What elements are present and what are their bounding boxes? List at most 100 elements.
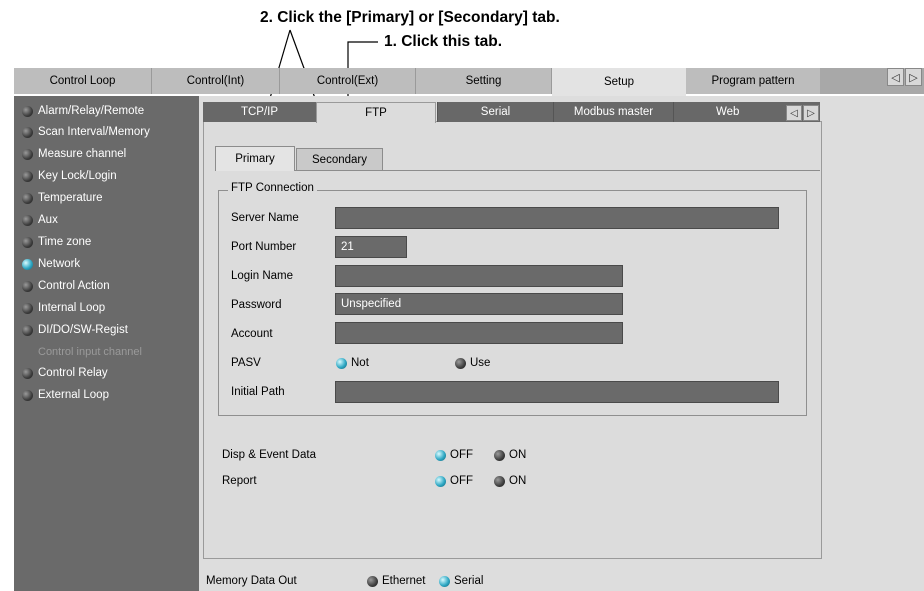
tab-label: Modbus master [573,106,654,118]
tab-setup[interactable]: Setup [552,68,686,96]
sidebar-item-label: Internal Loop [38,302,106,314]
sidebar-item-label: Measure channel [38,148,127,160]
tab-secondary[interactable]: Secondary [296,148,383,171]
callout-click-primary-secondary: 2. Click the [Primary] or [Secondary] ta… [260,9,560,26]
radio-selected-icon [439,575,450,587]
tab-modbus-master[interactable]: Modbus master [553,102,673,122]
tab-scroll-right-icon[interactable]: ▷ [905,68,922,86]
tab-label: Control(Int) [186,75,245,87]
sidebar-item-control-action[interactable]: Control Action [22,276,110,296]
login-name-label: Login Name [231,270,294,282]
subtab-divider [215,170,820,171]
tab-control-loop[interactable]: Control Loop [14,68,152,94]
tab-scroll-left-icon[interactable]: ◁ [887,68,904,86]
sidebar-item-alarm-relay-remote[interactable]: Alarm/Relay/Remote [22,101,144,121]
radio-label: ON [509,475,527,487]
sidebar-item-control-relay[interactable]: Control Relay [22,363,108,383]
sidebar-item-di-do-sw-regist[interactable]: DI/DO/SW-Regist [22,320,128,340]
tab-setting[interactable]: Setting [416,68,552,94]
memory-out-ethernet-radio[interactable]: Ethernet [367,571,425,591]
status-led-icon [22,324,33,336]
network-tab-scroll-right-icon[interactable]: ▷ [803,105,819,121]
disp-event-data-label: Disp & Event Data [222,449,316,461]
status-led-icon [22,126,33,138]
radio-label: OFF [450,475,473,487]
sidebar-item-control-input-channel: Control input channel [38,342,142,362]
tab-control-ext[interactable]: Control(Ext) [280,68,416,94]
port-number-field[interactable]: 21 [335,236,407,258]
sidebar-item-internal-loop[interactable]: Internal Loop [22,298,105,318]
sidebar-item-network[interactable]: Network [22,254,80,274]
tab-control-int[interactable]: Control(Int) [152,68,280,94]
sidebar-item-time-zone[interactable]: Time zone [22,232,91,252]
sidebar-item-temperature[interactable]: Temperature [22,188,103,208]
radio-selected-icon [336,357,347,369]
tab-label: Program pattern [711,75,795,87]
status-led-icon [22,214,33,226]
radio-label: OFF [450,449,473,461]
status-led-icon [22,280,33,292]
callout-click-ftp: 1. Click this tab. [384,33,503,50]
ftp-connection-label: FTP Connection [228,182,317,194]
sidebar-item-scan-interval-memory[interactable]: Scan Interval/Memory [22,122,150,142]
sidebar-item-label: Temperature [38,192,103,204]
tab-tcp-ip[interactable]: TCP/IP [203,102,316,122]
tab-label: Primary [235,153,275,165]
subtab-active-gap [216,170,294,171]
tab-label: FTP [365,107,387,119]
status-led-icon [22,170,33,182]
tab-program-pattern[interactable]: Program pattern [686,68,820,94]
pasv-not-radio[interactable]: Not [336,353,369,373]
server-name-label: Server Name [231,212,299,224]
radio-unselected-icon [494,475,505,487]
sidebar-item-label: DI/DO/SW-Regist [38,324,128,336]
radio-label: Not [351,357,369,369]
radio-unselected-icon [455,357,466,369]
report-off-radio[interactable]: OFF [435,471,473,491]
account-field[interactable] [335,322,623,344]
login-name-field[interactable] [335,265,623,287]
sidebar-item-label: Key Lock/Login [38,170,117,182]
status-led-icon [22,367,33,379]
sidebar-item-label: Time zone [38,236,92,248]
sidebar-item-aux[interactable]: Aux [22,210,58,230]
sidebar-item-label: Aux [38,214,58,226]
memory-out-serial-radio[interactable]: Serial [439,571,483,591]
sidebar-item-external-loop[interactable]: External Loop [22,385,109,405]
report-on-radio[interactable]: ON [494,471,526,491]
sidebar-item-key-lock-login[interactable]: Key Lock/Login [22,166,117,186]
tab-label: Control(Ext) [316,75,379,87]
sidebar-item-label: Control Action [38,280,110,292]
initial-path-field[interactable] [335,381,779,403]
radio-unselected-icon [367,575,378,587]
sidebar-item-label: Control Relay [38,367,108,379]
sidebar-item-label: Network [38,258,81,270]
server-name-field[interactable] [335,207,779,229]
memory-data-out-label: Memory Data Out [206,575,297,587]
tab-label: Setting [465,75,502,87]
radio-selected-icon [435,475,446,487]
report-label: Report [222,475,257,487]
pasv-label: PASV [231,357,261,369]
tab-primary[interactable]: Primary [215,146,295,171]
tab-label: Secondary [312,154,367,166]
disp-event-off-radio[interactable]: OFF [435,445,473,465]
sidebar-item-label: Control input channel [38,346,142,358]
tab-label: Web [716,106,740,118]
tab-label: Serial [480,106,511,118]
radio-unselected-icon [494,449,505,461]
disp-event-on-radio[interactable]: ON [494,445,526,465]
tab-label: Control Loop [49,75,116,87]
port-number-label: Port Number [231,241,297,253]
sidebar-item-label: Scan Interval/Memory [38,126,150,138]
sidebar-item-measure-channel[interactable]: Measure channel [22,144,126,164]
pasv-use-radio[interactable]: Use [455,353,490,373]
radio-selected-icon [435,449,446,461]
tab-ftp[interactable]: FTP [316,102,436,123]
tab-serial[interactable]: Serial [437,102,553,122]
password-field[interactable]: Unspecified [335,293,623,315]
network-tab-scroll-left-icon[interactable]: ◁ [786,105,802,121]
tab-label: TCP/IP [240,106,279,118]
radio-label: ON [509,449,527,461]
status-led-icon [22,192,33,204]
